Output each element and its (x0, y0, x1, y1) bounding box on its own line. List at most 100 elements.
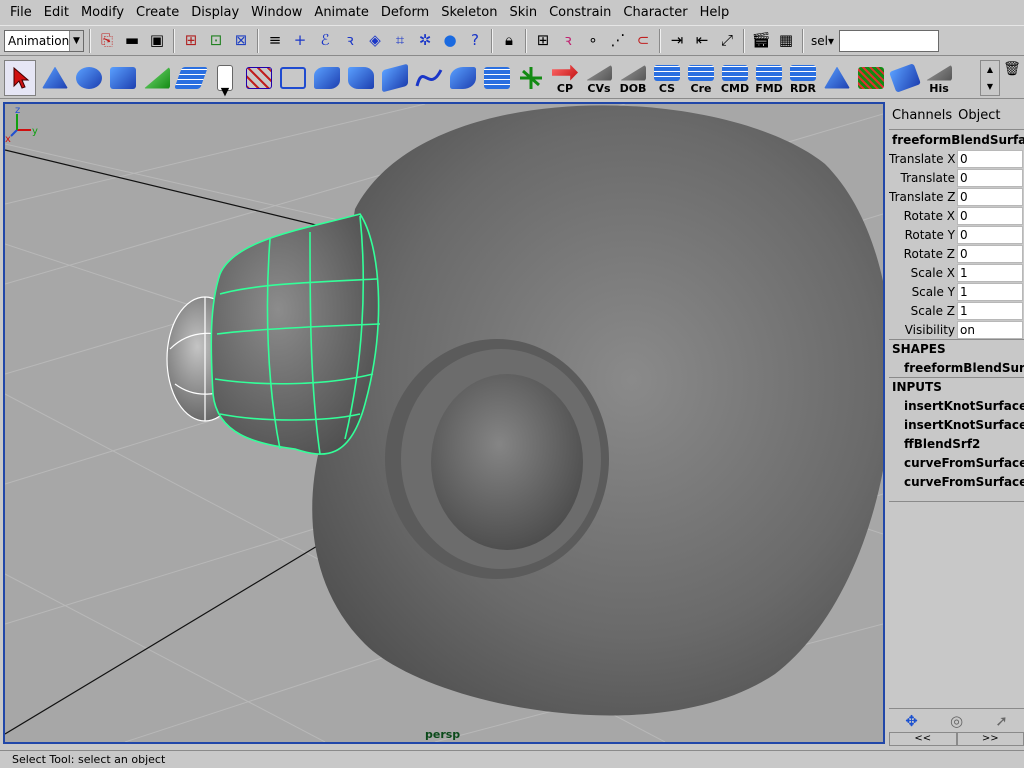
shelf-pivot-button[interactable] (820, 60, 854, 96)
quick-select-label[interactable]: sel▾ (809, 34, 836, 48)
shelf-cre-button[interactable]: Cre (684, 60, 718, 96)
input-node[interactable]: ffBlendSrf2 (889, 434, 1024, 453)
attr-value[interactable]: 0 (957, 206, 1023, 225)
shelf-plane-button[interactable] (173, 60, 209, 96)
shelf-curve-button[interactable] (276, 60, 310, 96)
menu-create[interactable]: Create (130, 0, 185, 25)
attr-value[interactable]: 0 (957, 168, 1023, 187)
ipr-render-icon[interactable]: ▦ (775, 29, 797, 53)
scroll-left-button[interactable]: << (889, 732, 957, 746)
menu-file[interactable]: File (4, 0, 38, 25)
attr-value[interactable]: 1 (957, 301, 1023, 320)
attr-value[interactable]: 0 (957, 187, 1023, 206)
output-ops-icon[interactable]: ⇤ (691, 29, 713, 53)
select-hierarchy-icon[interactable]: ⊞ (180, 29, 202, 53)
move-tool-icon[interactable]: ✥ (889, 709, 934, 732)
menu-animate[interactable]: Animate (308, 0, 374, 25)
menu-deform[interactable]: Deform (375, 0, 435, 25)
attr-value[interactable]: 1 (957, 282, 1023, 301)
select-component-icon[interactable]: ⊠ (230, 29, 252, 53)
trash-icon[interactable]: 🗑︎ (1002, 59, 1022, 79)
menu-skeleton[interactable]: Skeleton (435, 0, 503, 25)
attr-value[interactable]: 1 (957, 263, 1023, 282)
menu-modify[interactable]: Modify (75, 0, 130, 25)
menu-window[interactable]: Window (245, 0, 308, 25)
select-joints-icon[interactable]: ℰ (314, 29, 336, 53)
input-ops-icon[interactable]: ⇥ (666, 29, 688, 53)
attr-value[interactable]: 0 (957, 149, 1023, 168)
select-surfaces-icon[interactable]: ◈ (364, 29, 386, 53)
shelf-scrollbar[interactable]: ▲ ▼ (980, 60, 1000, 96)
lock-selection-icon[interactable]: 🔒︎ (498, 29, 520, 53)
shelf-align-button[interactable] (514, 60, 548, 96)
select-handles-icon[interactable]: + (289, 29, 311, 53)
shelf-stitch-button[interactable] (854, 60, 888, 96)
menu-edit[interactable]: Edit (38, 0, 75, 25)
menu-help[interactable]: Help (694, 0, 736, 25)
shelf-cvs-button[interactable]: CVs (582, 60, 616, 96)
input-node[interactable]: insertKnotSurface (889, 396, 1024, 415)
menu-channels[interactable]: Channels (892, 108, 952, 123)
shelf-loft-button[interactable] (310, 60, 344, 96)
select-tool-button[interactable] (4, 59, 36, 96)
arrow-icon[interactable]: ➚ (979, 709, 1024, 732)
shelf-trim-button[interactable] (480, 60, 514, 96)
make-live-icon[interactable]: ⊂ (632, 29, 654, 53)
shelf-wave-button[interactable] (412, 60, 446, 96)
attr-value[interactable]: 0 (957, 225, 1023, 244)
construction-history-icon[interactable]: ⤢ (716, 29, 738, 53)
attr-value[interactable]: on (957, 320, 1023, 339)
shelf-his-button[interactable]: His (922, 60, 956, 96)
shape-node[interactable]: freeformBlendSurf (889, 358, 1024, 377)
render-frame-icon[interactable]: 🎬︎ (750, 29, 772, 53)
menu-character[interactable]: Character (617, 0, 693, 25)
input-node[interactable]: curveFromSurface (889, 472, 1024, 491)
menu-mode-select[interactable]: Animation ▼ (4, 29, 84, 52)
select-curves-icon[interactable]: ꝛ (339, 29, 361, 53)
shelf-rdr-button[interactable]: RDR (786, 60, 820, 96)
snap-point-icon[interactable]: ∘ (582, 29, 604, 53)
attr-value[interactable]: 0 (957, 244, 1023, 263)
shelf-revolve-button[interactable] (344, 60, 378, 96)
chevron-down-icon[interactable]: ▼ (981, 78, 999, 95)
menu-skin[interactable]: Skin (503, 0, 543, 25)
shelf-dob-button[interactable]: DOB (616, 60, 650, 96)
menu-constrain[interactable]: Constrain (543, 0, 617, 25)
snap-view-icon[interactable]: ⋰ (607, 29, 629, 53)
shelf-sphere-button[interactable] (72, 60, 106, 96)
shelf-toggle-button[interactable]: ▼ (208, 60, 242, 97)
select-dynamics-icon[interactable]: ✲ (414, 29, 436, 53)
select-rendering-icon[interactable]: ● (439, 29, 461, 53)
menu-display[interactable]: Display (185, 0, 245, 25)
menu-object[interactable]: Object (958, 108, 1000, 123)
shelf-hypershade-button[interactable] (888, 60, 922, 96)
new-scene-icon[interactable]: ⎘ (96, 29, 118, 53)
mask-menu-icon[interactable]: ≡ (264, 29, 286, 53)
chevron-up-icon[interactable]: ▲ (981, 61, 999, 78)
save-scene-icon[interactable]: ▣ (146, 29, 168, 53)
shelf-extrude-button[interactable] (378, 60, 412, 96)
snap-grid-icon[interactable]: ⊞ (532, 29, 554, 53)
object-name[interactable]: freeformBlendSurfa (889, 129, 1024, 149)
select-misc-icon[interactable]: ? (464, 29, 486, 53)
channel-box-scrollbar[interactable]: << >> (889, 732, 1024, 746)
shelf-cp-button[interactable]: CP (548, 60, 582, 96)
select-object-icon[interactable]: ⊡ (205, 29, 227, 53)
open-scene-icon[interactable]: ▬ (121, 29, 143, 53)
shelf-lattice-button[interactable] (242, 60, 276, 96)
quick-select-input[interactable] (839, 29, 939, 52)
snap-curve-icon[interactable]: ꝛ (557, 29, 579, 53)
shelf-cone-button[interactable] (38, 60, 72, 96)
shelf-project-button[interactable] (446, 60, 480, 96)
shelf-cmd-button[interactable]: CMD (718, 60, 752, 96)
perspective-viewport[interactable]: y x z persp (3, 102, 885, 744)
shelf-scale-button[interactable] (140, 60, 174, 96)
scroll-right-button[interactable]: >> (956, 732, 1024, 746)
shelf-cs-button[interactable]: CS (650, 60, 684, 96)
select-deformations-icon[interactable]: ⌗ (389, 29, 411, 53)
input-node[interactable]: insertKnotSurface (889, 415, 1024, 434)
shelf-cube-button[interactable] (106, 60, 140, 96)
rotate-tool-icon[interactable]: ◎ (934, 709, 979, 732)
input-node[interactable]: curveFromSurface (889, 453, 1024, 472)
shelf-fmd-button[interactable]: FMD (752, 60, 786, 96)
